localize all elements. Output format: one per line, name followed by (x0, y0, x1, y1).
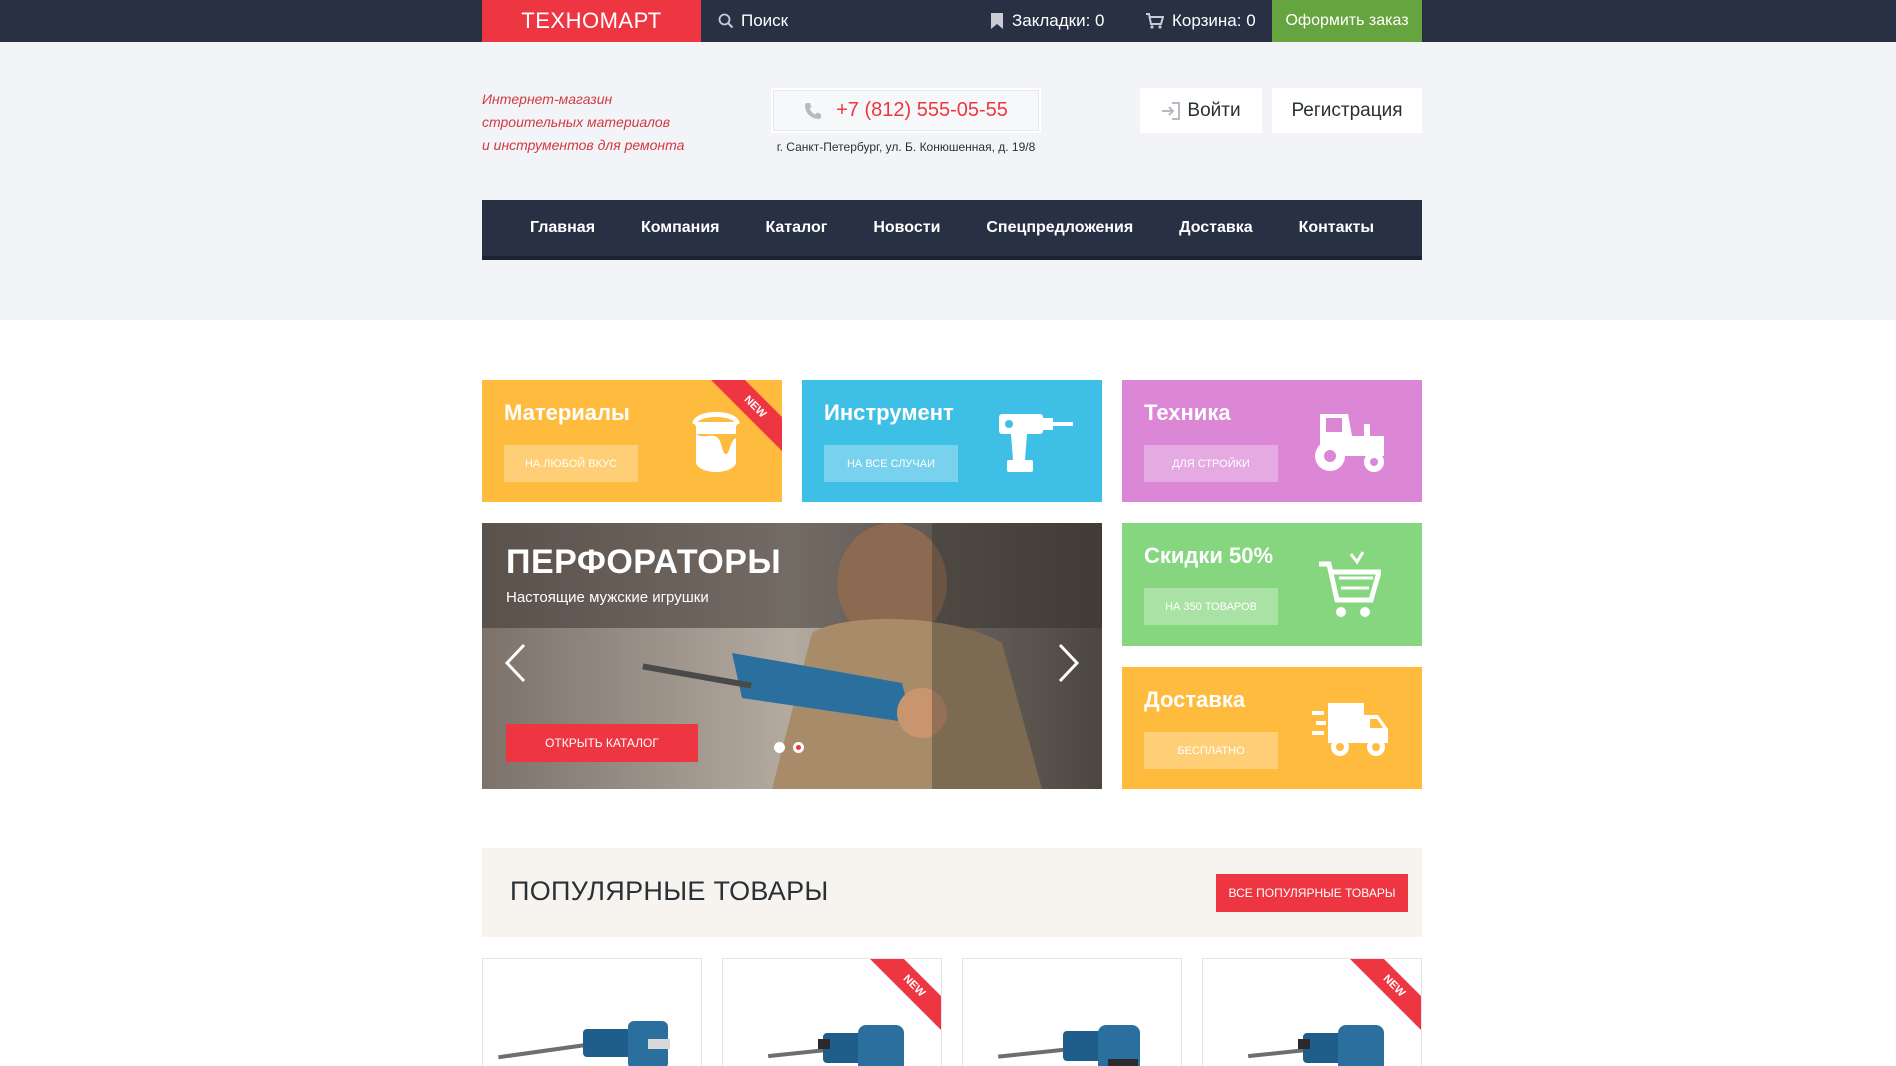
tile-tools[interactable]: Инструмент НА ВСЕ СЛУЧАИ (802, 380, 1102, 502)
slider-dot[interactable] (774, 742, 785, 753)
login-icon (1162, 101, 1181, 120)
nav-item-delivery[interactable]: Доставка (1179, 219, 1253, 237)
tile-button[interactable]: БЕСПЛАТНО (1144, 732, 1278, 769)
slider-dot-active[interactable] (793, 742, 804, 753)
tile-materials[interactable]: Материалы НА ЛЮБОЙ ВКУС NEW (482, 380, 782, 502)
search-icon (718, 13, 734, 29)
hammer-drill-image (1247, 1025, 1384, 1066)
checkout-button[interactable]: Оформить заказ (1272, 0, 1422, 42)
all-popular-button[interactable]: ВСЕ ПОПУЛЯРНЫЕ ТОВАРЫ (1216, 874, 1408, 912)
tile-button[interactable]: НА ВСЕ СЛУЧАИ (824, 445, 958, 482)
tile-delivery[interactable]: Доставка БЕСПЛАТНО (1122, 667, 1422, 789)
cart-icon (1146, 13, 1164, 29)
popular-products-header: ПОПУЛЯРНЫЕ ТОВАРЫ ВСЕ ПОПУЛЯРНЫЕ ТОВАРЫ (482, 848, 1422, 937)
login-button[interactable]: Войти (1140, 88, 1262, 133)
register-button[interactable]: Регистрация (1272, 88, 1422, 133)
product-card[interactable] (482, 958, 702, 1066)
bookmark-icon (991, 13, 1003, 29)
search-label: Поиск (741, 11, 789, 30)
tagline-line: и инструментов для ремонта (482, 137, 685, 153)
phone-number: +7 (812) 555-05-55 (836, 99, 1008, 121)
login-label: Войти (1187, 99, 1241, 121)
section-title: ПОПУЛЯРНЫЕ ТОВАРЫ (510, 876, 829, 906)
tagline-line: Интернет-магазин (482, 91, 613, 107)
promo-slider: ПЕРФОРАТОРЫ Настоящие мужские игрушки ОТ… (482, 523, 1102, 789)
bookmarks-link[interactable]: Закладки: 0 (990, 9, 1104, 33)
top-bar: ТЕХНОМАРТ Поиск Закладки: 0 Корзина: 0 О… (0, 0, 1896, 47)
nav-item-home[interactable]: Главная (530, 219, 595, 237)
paint-bucket-icon (692, 412, 740, 472)
tile-title: Доставка (1144, 687, 1246, 712)
site-logo[interactable]: ТЕХНОМАРТ (482, 0, 701, 47)
tile-title: Техника (1144, 400, 1231, 425)
cart-label: Корзина: 0 (1172, 11, 1256, 30)
tile-machines[interactable]: Техника ДЛЯ СТРОЙКИ (1122, 380, 1422, 502)
nav-item-special-offers[interactable]: Спецпредложения (986, 219, 1133, 237)
delivery-truck-icon (1312, 703, 1388, 756)
slide-subtitle: Настоящие мужские игрушки (506, 589, 709, 606)
nav-item-contacts[interactable]: Контакты (1299, 219, 1374, 237)
drill-icon (999, 414, 1073, 472)
tile-button[interactable]: НА ЛЮБОЙ ВКУС (504, 445, 638, 482)
site-header (0, 42, 1896, 320)
nav-item-company[interactable]: Компания (641, 219, 720, 237)
cart-link[interactable]: Корзина: 0 (1146, 9, 1256, 33)
site-tagline: Интернет-магазин строительных материалов… (482, 88, 722, 157)
open-catalog-button[interactable]: ОТКРЫТЬ КАТАЛОГ (506, 724, 698, 762)
tile-title: Материалы (504, 400, 630, 425)
tile-title: Инструмент (824, 400, 954, 425)
nav-item-catalog[interactable]: Каталог (765, 219, 827, 237)
shopping-cart-icon (1319, 551, 1381, 617)
nav-item-news[interactable]: Новости (873, 219, 940, 237)
product-card[interactable]: NEW (722, 958, 942, 1066)
tractor-icon (1315, 414, 1384, 472)
hammer-drill-image (498, 1021, 670, 1066)
product-card[interactable] (962, 958, 1182, 1066)
hammer-drill-image (767, 1025, 904, 1066)
tile-sales[interactable]: Скидки 50% НА 350 ТОВАРОВ (1122, 523, 1422, 646)
phone-icon (805, 102, 822, 119)
tile-button[interactable]: ДЛЯ СТРОЙКИ (1144, 445, 1278, 482)
store-address: г. Санкт-Петербург, ул. Б. Конюшенная, д… (776, 140, 1036, 154)
slider-dots (774, 742, 804, 753)
main-navigation: Главная Компания Каталог Новости Спецпре… (482, 200, 1422, 260)
tile-title: Скидки 50% (1144, 543, 1274, 568)
slider-next-arrow-icon[interactable] (1058, 643, 1080, 683)
bookmarks-label: Закладки: 0 (1012, 11, 1105, 30)
phone-box[interactable]: +7 (812) 555-05-55 (771, 88, 1041, 133)
search-link[interactable]: Поиск (718, 9, 788, 33)
slider-prev-arrow-icon[interactable] (504, 643, 526, 683)
tile-button[interactable]: НА 350 ТОВАРОВ (1144, 588, 1278, 625)
hammer-drill-image (997, 1025, 1140, 1066)
slide-title: ПЕРФОРАТОРЫ (506, 543, 782, 581)
product-card[interactable]: NEW (1202, 958, 1422, 1066)
tagline-line: строительных материалов (482, 114, 671, 130)
